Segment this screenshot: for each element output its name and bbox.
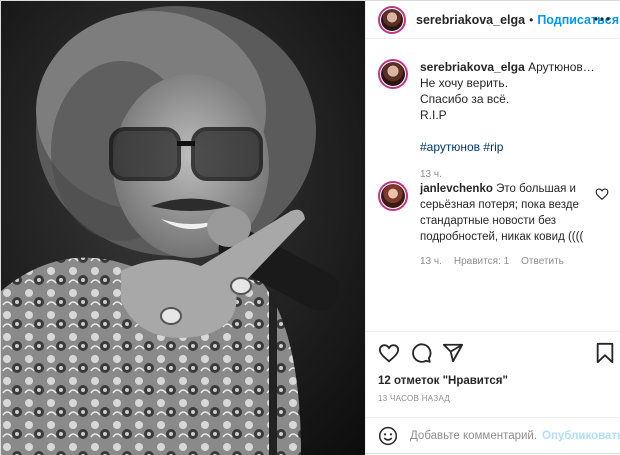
comment-meta: 13 ч. Нравится: 1 Ответить [420, 254, 598, 270]
instagram-post: serebriakova_elga • Подписаться serebria… [0, 0, 620, 455]
caption-line: Спасибо за всё. [420, 92, 510, 106]
more-options-icon[interactable] [593, 10, 611, 28]
author-username[interactable]: serebriakova_elga [416, 13, 525, 27]
post-photo-image [1, 1, 365, 455]
post-photo[interactable] [1, 1, 365, 455]
comment-icon[interactable] [410, 342, 432, 364]
comment-likes[interactable]: Нравится: 1 [454, 254, 509, 270]
post-actions-bar [366, 331, 620, 369]
header-separator: • [529, 12, 534, 27]
hashtag-link[interactable]: #арутюнов [420, 140, 480, 154]
share-icon[interactable] [442, 342, 464, 364]
publish-button[interactable]: Опубликовать [542, 430, 620, 442]
post-header: serebriakova_elga • Подписаться [366, 1, 620, 39]
reply-button[interactable]: Ответить [521, 254, 564, 270]
caption-line: Не хочу верить. [420, 76, 508, 90]
caption-first-line: Арутюнов… [528, 60, 595, 74]
bookmark-icon[interactable] [594, 342, 616, 364]
author-avatar[interactable] [378, 5, 406, 34]
add-comment-bar: Опубликовать [366, 417, 620, 453]
caption-avatar[interactable] [378, 59, 408, 89]
post-sidebar: serebriakova_elga • Подписаться serebria… [365, 1, 620, 453]
caption-username[interactable]: serebriakova_elga [420, 60, 525, 74]
comment-time[interactable]: 13 ч. [420, 254, 442, 270]
posted-ago[interactable]: 13 ЧАСОВ НАЗАД [378, 394, 450, 403]
commenter-username[interactable]: janlevchenko [420, 183, 493, 195]
heart-icon[interactable] [378, 342, 400, 364]
likes-count[interactable]: 12 отметок "Нравится" [378, 375, 508, 387]
caption-line: R.I.P [420, 108, 447, 122]
commenter-avatar[interactable] [378, 181, 408, 211]
comment-item: janlevchenko Это большая и серьёзная пот… [378, 181, 613, 270]
hashtag-link[interactable]: #rip [483, 140, 503, 154]
comment-like-heart-icon[interactable] [595, 187, 609, 201]
comment-input[interactable] [408, 428, 540, 443]
post-caption: serebriakova_elga Арутюнов… Не хочу вери… [378, 59, 613, 183]
emoji-icon[interactable] [378, 426, 398, 446]
caption-hashtags: #арутюнов #rip [420, 139, 613, 155]
